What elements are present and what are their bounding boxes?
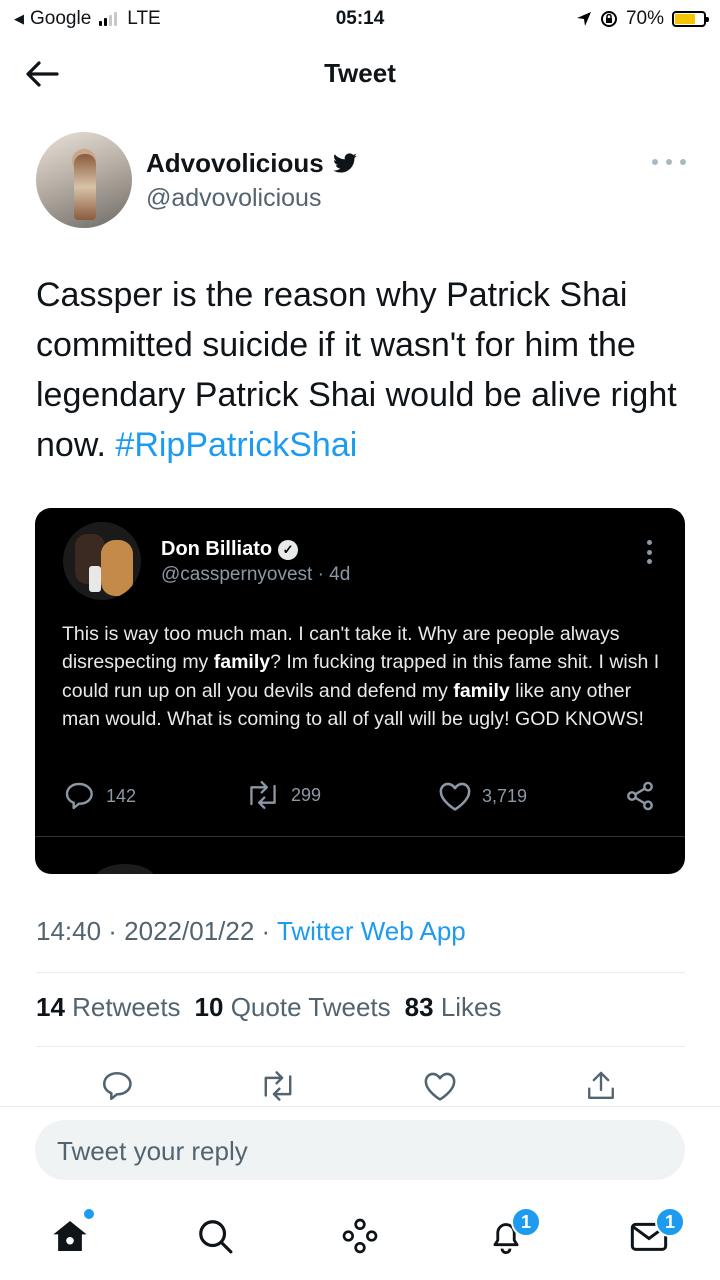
embedded-divider xyxy=(35,836,685,837)
nav-spaces[interactable] xyxy=(338,1214,382,1258)
retweet-icon xyxy=(250,780,276,810)
hashtag-link[interactable]: #RipPatrickShai xyxy=(115,426,357,464)
embedded-tweet-text: This is way too much man. I can't take i… xyxy=(62,620,662,734)
quote-tweets-count: 10 xyxy=(194,992,224,1022)
embedded-likes: 3,719 xyxy=(438,780,527,812)
heart-icon xyxy=(424,1072,456,1101)
like-button[interactable] xyxy=(420,1066,460,1106)
tweet-source-link[interactable]: Twitter Web App xyxy=(277,916,466,946)
reply-button[interactable] xyxy=(97,1066,137,1106)
nav-home[interactable] xyxy=(48,1214,92,1258)
status-right: 70% xyxy=(576,8,709,30)
home-icon xyxy=(53,1220,87,1252)
likes-count: 83 xyxy=(404,992,434,1022)
likes-stat[interactable]: 83 Likes xyxy=(405,992,502,1023)
author-handle[interactable]: @advovolicious xyxy=(146,184,321,213)
reply-divider xyxy=(0,1106,720,1107)
likes-label: Likes xyxy=(440,992,502,1022)
search-icon xyxy=(199,1220,233,1254)
embedded-handle-time: @casspernyovest · 4d xyxy=(161,564,351,585)
embedded-author-name: Don Billiato xyxy=(161,538,273,560)
share-upload-icon xyxy=(588,1071,614,1099)
divider xyxy=(36,1046,685,1047)
embedded-text-bold: family xyxy=(453,679,510,702)
tweet-text: Cassper is the reason why Patrick Shai c… xyxy=(36,270,686,470)
author-avatar[interactable] xyxy=(36,132,132,228)
more-options-button[interactable] xyxy=(652,150,686,174)
embedded-text-bold: family xyxy=(213,651,271,674)
nav-search[interactable] xyxy=(193,1214,237,1258)
embedded-retweets-count: 299 xyxy=(291,784,322,805)
reply-icon xyxy=(65,782,93,810)
retweets-label: Retweets xyxy=(72,992,181,1022)
header: Tweet xyxy=(0,44,720,104)
status-bar: ◀ Google LTE 05:14 70% xyxy=(0,0,720,36)
heart-icon xyxy=(439,782,471,811)
quote-tweets-label: Quote Tweets xyxy=(230,992,391,1022)
location-icon xyxy=(576,12,591,26)
reply-icon xyxy=(102,1071,132,1101)
tweet-meta: 14:40 · 2022/01/22 · Twitter Web App xyxy=(36,916,466,947)
tweet-stats: 14 Retweets 10 Quote Tweets 83 Likes xyxy=(36,992,502,1023)
author-name-row[interactable]: Advovolicious xyxy=(146,148,358,179)
embedded-actions: 142 299 3,719 xyxy=(35,780,685,816)
orientation-lock-icon xyxy=(600,11,617,27)
retweet-icon xyxy=(264,1071,292,1101)
notifications-badge: 1 xyxy=(511,1207,541,1237)
tweet-timestamp: 14:40 · 2022/01/22 · xyxy=(36,916,277,946)
author-name: Advovolicious xyxy=(146,148,324,178)
embedded-author-row: Don Billiato ✓ xyxy=(161,538,299,561)
messages-badge: 1 xyxy=(655,1207,685,1237)
embedded-more-icon xyxy=(647,540,655,564)
embedded-likes-count: 3,719 xyxy=(482,785,528,806)
embedded-author-avatar xyxy=(63,522,141,600)
retweets-count: 14 xyxy=(36,992,65,1022)
spaces-icon xyxy=(342,1218,378,1254)
embedded-tweet-image[interactable]: Don Billiato ✓ @casspernyovest · 4d This… xyxy=(35,508,685,874)
share-icon xyxy=(627,781,653,811)
embedded-replies-count: 142 xyxy=(106,785,137,806)
page-title: Tweet xyxy=(324,58,396,88)
retweet-button[interactable] xyxy=(258,1066,298,1106)
embedded-next-avatar xyxy=(95,864,155,874)
embedded-share xyxy=(623,780,657,812)
share-button[interactable] xyxy=(581,1066,621,1106)
battery-percent: 70% xyxy=(625,8,664,29)
home-unread-dot xyxy=(84,1209,94,1219)
divider xyxy=(36,972,685,973)
reply-input[interactable]: Tweet your reply xyxy=(35,1120,685,1180)
reply-placeholder: Tweet your reply xyxy=(57,1136,248,1166)
battery-icon xyxy=(672,11,709,27)
quote-tweets-stat[interactable]: 10 Quote Tweets xyxy=(195,992,391,1023)
embedded-retweets: 299 xyxy=(245,780,321,810)
embedded-replies: 142 xyxy=(62,780,136,812)
verified-icon: ✓ xyxy=(278,539,299,560)
retweets-stat[interactable]: 14 Retweets xyxy=(36,992,181,1023)
twitter-bird-icon xyxy=(332,152,357,173)
